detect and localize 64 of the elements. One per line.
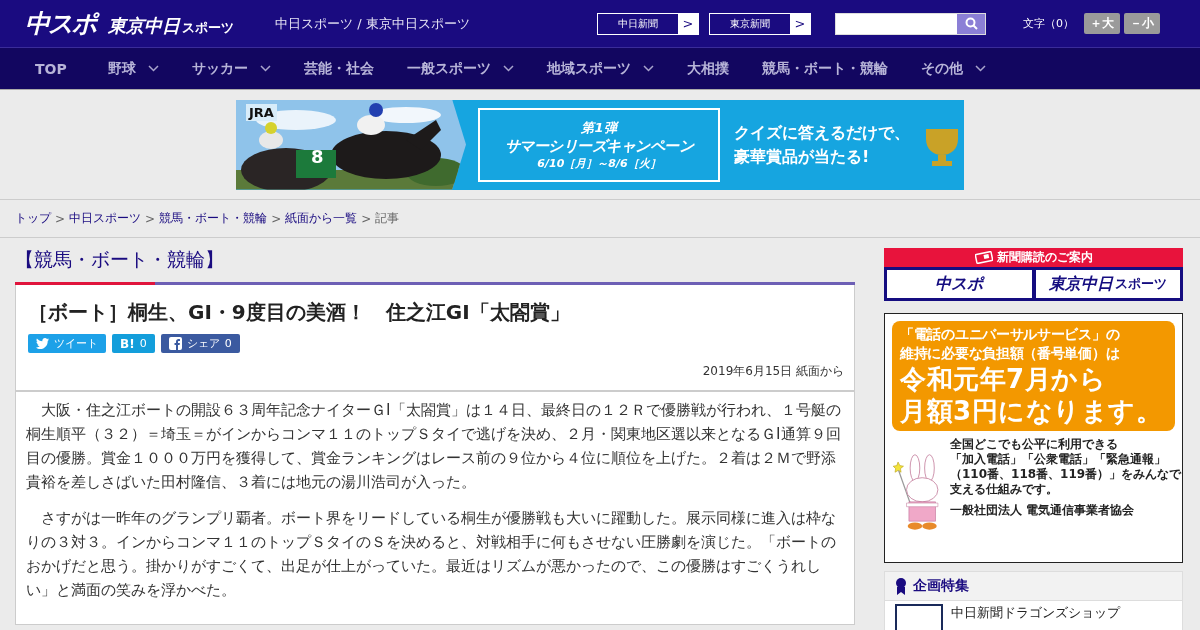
breadcrumb-link[interactable]: 中日スポーツ: [69, 210, 142, 227]
chevron-icon: [259, 65, 271, 72]
nav-item[interactable]: 一般スポーツ: [406, 59, 514, 78]
nav-item[interactable]: サッカー: [191, 59, 271, 78]
nav-item[interactable]: 芸能・社会: [303, 59, 374, 78]
newspaper-link[interactable]: 中日新聞 >: [597, 12, 699, 35]
search-button[interactable]: [957, 13, 985, 34]
site-logo[interactable]: 東京中日スポーツ: [108, 14, 234, 38]
ad-panel[interactable]: 「電話のユニバーサルサービス」の 維持に必要な負担額（番号単価）は 令和元年7月から 月額3円になります。 全国どこでも公平に利用できる 「加入電話」「公衆電話」「緊急通報」 （110番、118番、119番）」をみんなで 支える仕組みです。 一般社団法人 電気通信事業者協会: [884, 313, 1183, 563]
breadcrumb-separator: >: [145, 211, 156, 226]
breadcrumb-link[interactable]: 紙面から一覧: [285, 210, 358, 227]
ad-text: 支える仕組みです。: [950, 482, 1059, 497]
article-paragraph: 大阪・住之江ボートの開設６３周年記念ナイターＧⅠ「太閤賞」は１４日、最終日の１２Ｒで優勝戦が行われ、１号艇の桐生順平（３２）＝埼玉＝がインからコンマ１１のトップＳタイで逃げを決め、２月・関東地区選以来となるＧⅠ通算９回目の優勝。賞金１０００万円を獲得して、賞金ランキングはレース前の９位から４位に順位を上げた。２着は２Ｍで野添貴裕を差しさばいた田村隆信、３着には地元の湯川浩司が入った。: [26, 400, 842, 493]
ad-copy: クイズに答えるだけで、: [734, 121, 910, 144]
ad-headline: 月額3円になります。: [900, 395, 1164, 427]
breadcrumb-separator: >: [361, 211, 372, 226]
chevron-icon: [502, 65, 514, 72]
article-date: 2019年6月15日 紙面から: [701, 363, 844, 380]
article-title: ［ボート］桐生、GI・9度目の美酒！ 住之江GI「太閤賞」: [28, 299, 571, 326]
nav-item[interactable]: 野球: [107, 59, 159, 78]
breadcrumb-separator: >: [55, 211, 66, 226]
ad-sponsor: 一般社団法人 電気通信事業者協会: [950, 503, 1136, 518]
article-paragraph: さすがは一昨年のグランプリ覇者。ボート界をリードしている桐生が優勝戦も大いに躍動した。展示同様に進入は枠なりの３対３。インからコンマ１１のトップＳタイのＳを決めると、対戦相手に何もさせない圧勝劇を演じた。「ボートのおかげだと思う。掛かりがすごくて、出足が仕上がっていた。最近はリズムが悪かったので、この優勝はすごくうれしい」と満面の笑みを浮かべた。: [26, 508, 837, 601]
campaign-title: サマーシリーズキャンペーン: [504, 136, 694, 156]
search-field[interactable]: [835, 12, 986, 35]
newspaper-logo[interactable]: 東京中日スポーツ: [1035, 270, 1180, 298]
ad-banner[interactable]: JRA 8 第1弾 サマーシリーズキャンペーン 6/10［月］～8/6［火］ クイズに答えるだけで、 豪華賞品が当たる!: [236, 99, 964, 190]
breadcrumb-link[interactable]: 競馬・ボート・競輪: [159, 210, 268, 227]
subscription-heading: 新聞購読のご案内: [884, 248, 1183, 267]
thumbnail: [895, 604, 943, 630]
subscription-banner[interactable]: 新聞購読のご案内 中スポ 東京中日スポーツ: [884, 248, 1183, 301]
breadcrumb-separator: >: [271, 211, 282, 226]
category-heading: 【競馬・ボート・競輪】: [15, 247, 225, 272]
feature-title: 企画特集: [913, 577, 969, 595]
ad-headline: 「電話のユニバーサルサービス」の: [900, 325, 1121, 344]
saddle-number: 8: [311, 145, 324, 167]
facebook-icon: [168, 337, 182, 350]
font-size-label: 文字（0）: [1023, 16, 1074, 31]
share-button[interactable]: シェア 0: [160, 334, 240, 353]
breadcrumb-link[interactable]: トップ: [15, 210, 51, 227]
nav-item[interactable]: その他: [920, 59, 986, 78]
nav-item[interactable]: 競馬・ボート・競輪: [761, 59, 888, 78]
site-title: 中日スポーツ / 東京中日スポーツ: [275, 14, 471, 33]
ad-copy: 豪華賞品が当たる!: [734, 145, 871, 168]
bird-icon: [36, 338, 49, 349]
campaign-round: 第1弾: [581, 118, 617, 137]
ad-text: 「加入電話」「公衆電話」「緊急通報」: [950, 452, 1167, 467]
nav-item[interactable]: TOP: [35, 60, 67, 77]
campaign-period: 6/10［月］～8/6［火］: [537, 155, 661, 171]
ad-headline: 維持に必要な負担額（番号単価）は: [900, 344, 1121, 363]
newspaper-link[interactable]: 東京新聞 >: [709, 12, 811, 35]
page-label: 記事: [375, 210, 400, 227]
ribbon-icon: [895, 577, 907, 595]
newspaper-logo[interactable]: 中スポ: [887, 270, 1032, 298]
ad-text: 全国どこでも公平に利用できる: [950, 437, 1119, 452]
nav-item[interactable]: 大相撲: [686, 59, 729, 78]
nav-item[interactable]: 地域スポーツ: [546, 59, 654, 78]
chevron-icon: [974, 65, 986, 72]
search-icon: [964, 17, 978, 30]
chevron-icon: [642, 65, 654, 72]
ad-text: （110番、118番、119番）」をみんなで: [950, 467, 1182, 482]
ticket-icon: [974, 251, 993, 264]
chevron-icon: [147, 65, 159, 72]
ad-headline: 令和元年7月から: [900, 363, 1108, 395]
